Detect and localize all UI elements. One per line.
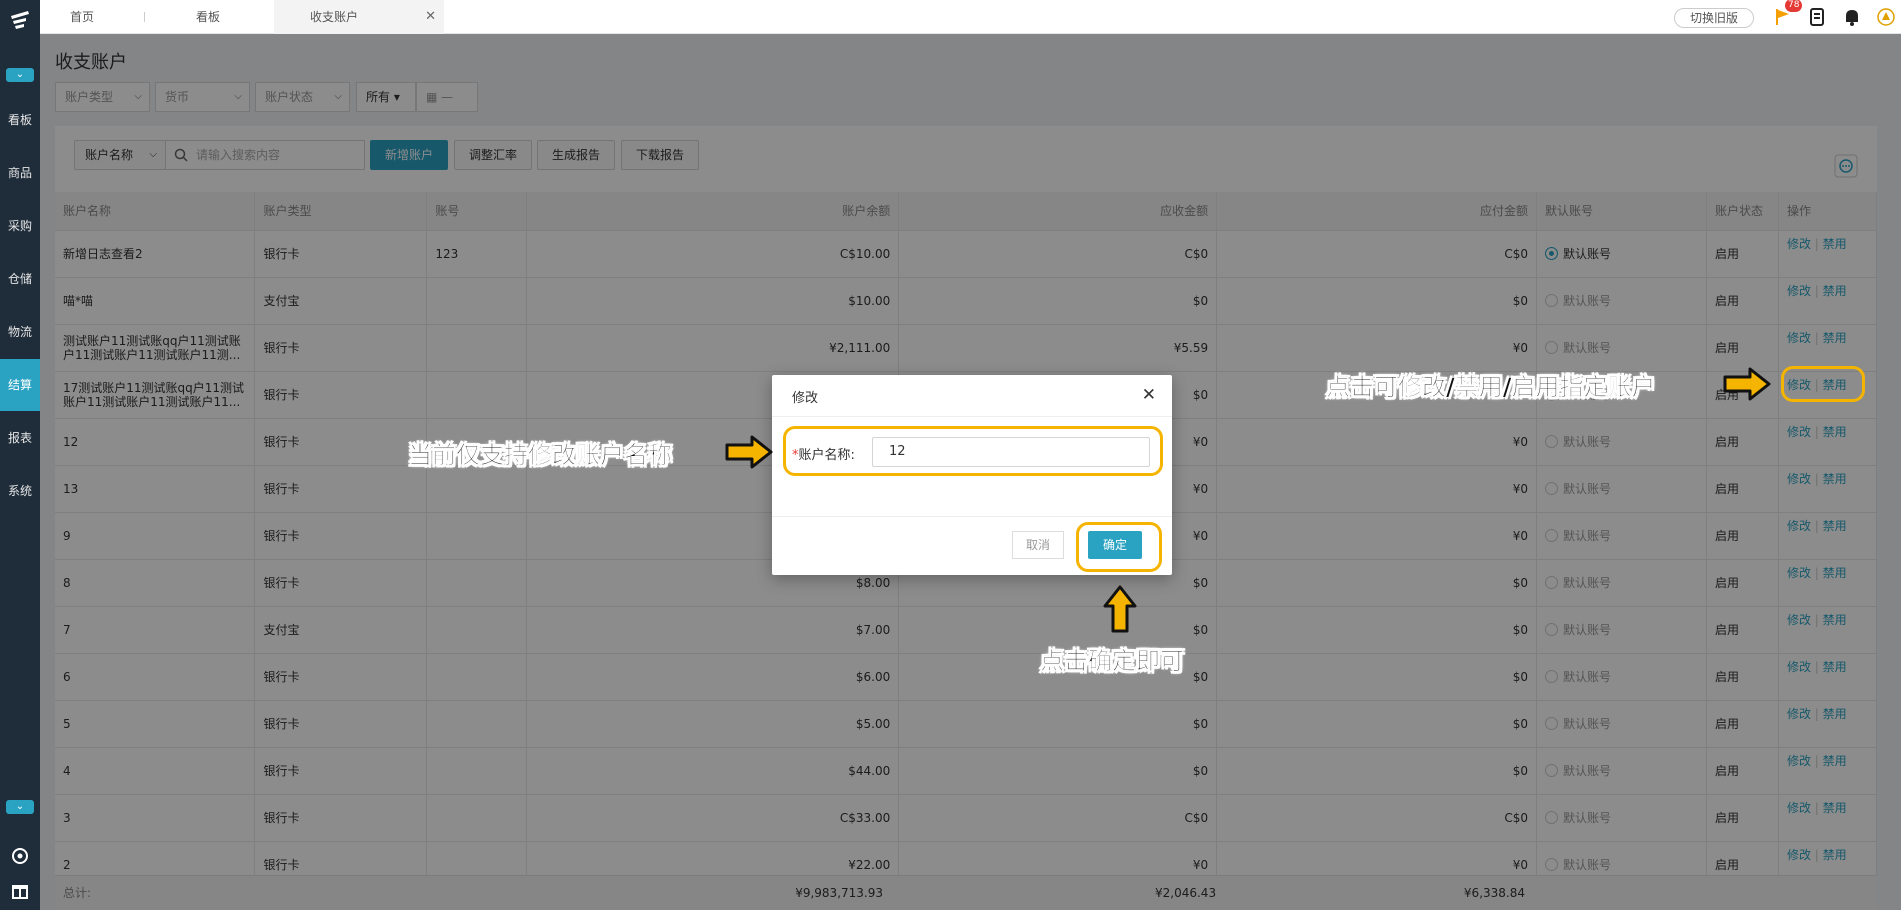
- logo-icon: [11, 11, 29, 29]
- cancel-button[interactable]: 取消: [1012, 531, 1064, 559]
- tab-label: 首页: [70, 10, 95, 24]
- sidebar-item-settlement[interactable]: 结算: [0, 359, 40, 411]
- arrow-up-icon: [1103, 585, 1137, 633]
- expand-menu-icon[interactable]: ⌄: [6, 800, 34, 814]
- divider: [772, 516, 1172, 517]
- tab-accounts[interactable]: 收支账户 ✕: [274, 0, 444, 34]
- arrow-right-icon: [1723, 367, 1771, 401]
- divider: [772, 416, 1172, 417]
- sidebar-item-system[interactable]: 系统: [0, 465, 40, 517]
- tab-label: 看板: [196, 10, 221, 24]
- sidebar-item-warehouse[interactable]: 仓储: [0, 253, 40, 305]
- tab-label: 收支账户: [310, 10, 359, 24]
- highlight-confirm: [1076, 522, 1162, 572]
- collapse-menu-icon[interactable]: ⌄: [6, 68, 34, 82]
- user-avatar-icon[interactable]: [1876, 7, 1896, 27]
- highlight-actions: [1781, 366, 1865, 402]
- bell-icon[interactable]: [1842, 7, 1862, 27]
- notification-badge: 78: [1785, 0, 1803, 12]
- tab-home[interactable]: 首页: [40, 0, 140, 34]
- annotation-right: 点击可修改/禁用/启用指定账户: [1326, 373, 1656, 402]
- tab-divider: [144, 12, 145, 22]
- annotation-left: 当前仅支持修改账户名称: [408, 441, 673, 470]
- close-icon[interactable]: ✕: [425, 0, 436, 34]
- close-icon[interactable]: ✕: [1142, 385, 1156, 405]
- support-icon[interactable]: [10, 846, 30, 866]
- sidebar-item-reports[interactable]: 报表: [0, 412, 40, 464]
- sidebar-item-products[interactable]: 商品: [0, 147, 40, 199]
- topbar: 首页 看板 ✕ 收支账户 ✕ 切换旧版 78: [40, 0, 1901, 34]
- dialog-title: 修改: [792, 391, 819, 406]
- gift-icon[interactable]: [10, 880, 30, 900]
- arrow-right-icon: [725, 435, 773, 469]
- sidebar-item-logistics[interactable]: 物流: [0, 306, 40, 358]
- sidebar-item-purchase[interactable]: 采购: [0, 200, 40, 252]
- annotation-bottom: 点击确定即可: [1040, 647, 1185, 676]
- notes-icon[interactable]: [1807, 7, 1827, 27]
- sidebar-item-dashboard[interactable]: 看板: [0, 94, 40, 146]
- sidebar: ⌄ 看板 商品 采购 仓储 物流 结算 报表 系统 ⌄: [0, 0, 40, 910]
- switch-old-version-button[interactable]: 切换旧版: [1674, 8, 1754, 28]
- highlight-name-field: [783, 426, 1163, 476]
